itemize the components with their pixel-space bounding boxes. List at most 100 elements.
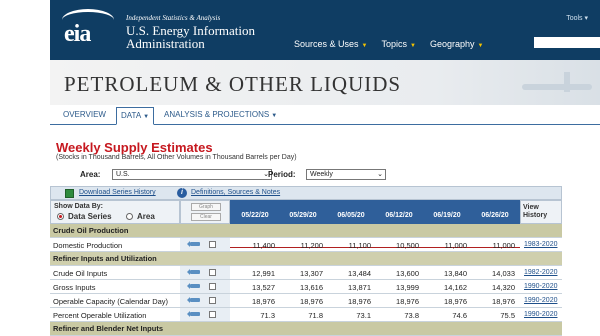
row-checkbox[interactable] [209,283,216,290]
agency-name[interactable]: U.S. Energy Information Administration [126,24,276,50]
row-controls [180,294,230,307]
info-icon[interactable]: i [177,188,187,198]
table-row: Domestic Production 11,400 11,200 11,100… [50,238,562,252]
cell-value: 13,600 [396,269,419,278]
sub-nav: OVERVIEW DATA ▼ ANALYSIS & PROJECTIONS ▼ [50,105,600,125]
tagline: Independent Statistics & Analysis [126,14,221,22]
nav-geography[interactable]: Geography ▼ [430,39,483,49]
chevron-down-icon: ▼ [143,114,150,120]
top-nav: Sources & Uses ▼ Topics ▼ Geography ▼ [294,39,483,49]
cell-value: 12,991 [252,269,275,278]
radio-area[interactable] [126,213,133,220]
cell-value: 14,320 [492,283,515,292]
nav-sources-uses-label: Sources & Uses [294,39,359,49]
history-link[interactable]: 1982-2020 [524,269,557,276]
cell-value: 11,400 [252,241,275,250]
tab-data-label: DATA [121,111,142,120]
tools-label: Tools [566,15,583,22]
cell-value: 11,200 [300,241,323,250]
eia-logo[interactable]: eia [64,21,91,48]
cell-value: 74.6 [452,311,467,320]
radio-data-series[interactable] [57,213,64,220]
row-checkbox[interactable] [209,297,216,304]
row-controls [180,266,230,279]
chart-pencil-icon[interactable] [187,283,200,289]
area-select[interactable]: U.S. ⌄ [112,169,272,180]
cell-value: 11,000 [492,241,515,250]
row-checkbox[interactable] [209,241,216,248]
cell-value: 14,162 [444,283,467,292]
page-title: PETROLEUM & OTHER LIQUIDS [64,72,402,96]
site-header: eia Independent Statistics & Analysis U.… [50,0,600,60]
date-col-6[interactable]: 06/26/20 [471,212,519,219]
row-label[interactable]: Domestic Production [53,241,122,250]
section-refiner-blender: Refiner and Blender Net Inputs [50,322,562,336]
pipeline-graphic-bar [522,84,592,90]
spreadsheet-icon[interactable] [65,189,74,198]
row-label[interactable]: Operable Capacity (Calendar Day) [53,297,168,306]
cell-value: 71.3 [260,311,275,320]
area-select-value: U.S. [116,171,130,178]
nav-sources-uses[interactable]: Sources & Uses ▼ [294,39,367,49]
date-col-4[interactable]: 06/12/20 [375,212,423,219]
period-select-value: Weekly [310,171,333,178]
cell-value: 13,999 [396,283,419,292]
period-select[interactable]: Weekly ⌄ [306,169,386,180]
cell-value: 75.5 [500,311,515,320]
row-label[interactable]: Percent Operable Utilization [53,311,146,320]
chevron-down-icon: ▼ [477,43,484,49]
cell-value: 18,976 [348,297,371,306]
download-series-link[interactable]: Download Series History [79,189,156,196]
chart-pencil-icon[interactable] [187,311,200,317]
row-checkbox[interactable] [209,311,216,318]
row-label[interactable]: Gross Inputs [53,283,96,292]
history-link[interactable]: 1983-2020 [524,241,557,248]
chevron-down-icon: ▼ [271,113,278,119]
cell-value: 18,976 [300,297,323,306]
period-label: Period: [268,170,296,179]
history-link[interactable]: 1990-2020 [524,311,557,318]
cell-value: 18,976 [396,297,419,306]
cell-value: 13,840 [444,269,467,278]
cell-value: 73.1 [356,311,371,320]
cell-value: 73.8 [404,311,419,320]
tools-menu[interactable]: Tools ▾ [566,14,588,22]
row-controls [180,280,230,293]
cell-value: 13,307 [300,269,323,278]
chevron-down-icon: ▼ [361,43,368,49]
row-checkbox[interactable] [209,269,216,276]
cell-value: 13,527 [252,283,275,292]
table-row: Gross Inputs 13,527 13,616 13,871 13,999… [50,280,562,294]
chart-pencil-icon[interactable] [187,297,200,303]
date-col-5[interactable]: 06/19/20 [423,212,471,219]
row-controls [180,308,230,321]
tab-overview[interactable]: OVERVIEW [63,110,106,119]
graph-button[interactable]: Graph [191,203,221,211]
tab-analysis[interactable]: ANALYSIS & PROJECTIONS ▼ [164,110,277,119]
cell-value: 11,000 [444,241,467,250]
cell-value: 13,484 [348,269,371,278]
history-link[interactable]: 1990-2020 [524,297,557,304]
cell-value: 14,033 [492,269,515,278]
table-row: Operable Capacity (Calendar Day) 18,976 … [50,294,562,308]
tab-data[interactable]: DATA ▼ [116,107,155,125]
history-link[interactable]: 1990-2020 [524,283,557,290]
chevron-down-icon: ▼ [410,43,416,49]
row-label[interactable]: Crude Oil Inputs [53,269,107,278]
search-input[interactable] [534,37,600,48]
tab-analysis-label: ANALYSIS & PROJECTIONS [164,110,270,119]
date-col-2[interactable]: 05/29/20 [279,212,327,219]
chart-pencil-icon[interactable] [187,241,200,247]
nav-topics[interactable]: Topics ▼ [381,39,415,49]
nav-topics-label: Topics [381,39,407,49]
chevron-down-icon: ⌄ [377,171,383,178]
section-banner: PETROLEUM & OTHER LIQUIDS [50,60,600,105]
definitions-link[interactable]: Definitions, Sources & Notes [191,189,280,196]
chart-pencil-icon[interactable] [187,269,200,275]
report-subtitle: (Stocks in Thousand Barrels, All Other V… [56,154,297,161]
graph-controls: Graph Clear [180,200,230,224]
date-col-3[interactable]: 06/05/20 [327,212,375,219]
date-col-1[interactable]: 05/22/20 [231,212,279,219]
area-label: Area: [80,170,101,179]
clear-button[interactable]: Clear [191,213,221,221]
